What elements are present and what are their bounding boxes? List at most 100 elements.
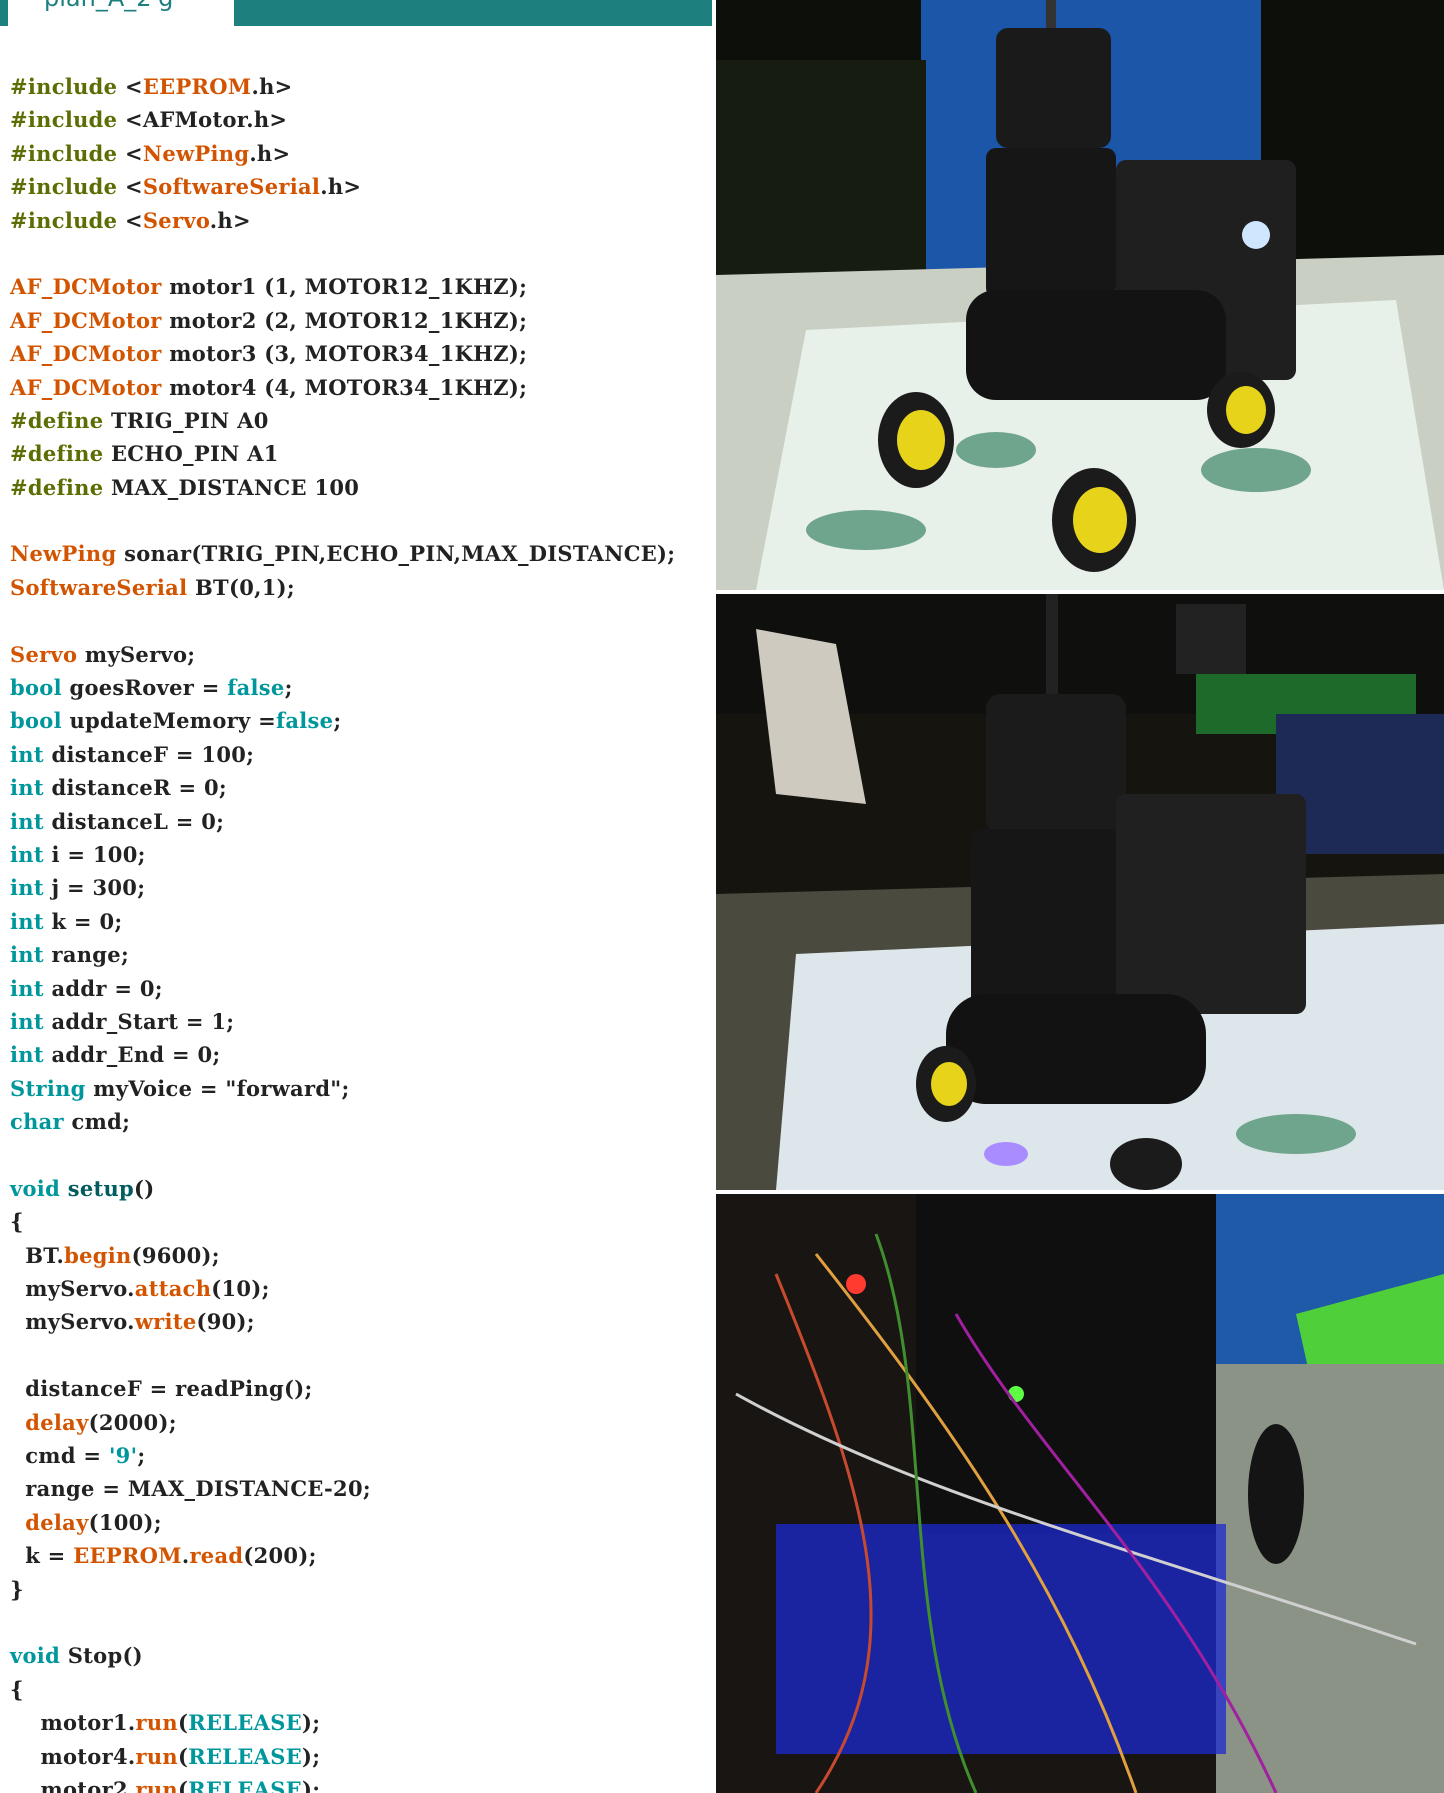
code-line: #define ECHO_PIN A1 [10, 437, 675, 470]
code-line: SoftwareSerial BT(0,1); [10, 571, 675, 604]
code-token: motor1 (1, MOTOR12_1KHZ); [161, 274, 528, 300]
code-token: #include [10, 107, 125, 133]
code-token: < [124, 140, 143, 166]
code-area[interactable]: #include <EEPROM.h> #include <AFMotor.h> #… [10, 70, 675, 1793]
code-line: myServo.write(90); [10, 1305, 675, 1338]
code-token: void [10, 1175, 61, 1201]
code-token: int [10, 1008, 44, 1034]
code-line: delay(2000); [10, 1406, 675, 1439]
code-token: myServo. [10, 1276, 135, 1302]
code-line: distanceF = readPing(); [10, 1372, 675, 1405]
code-line: NewPing sonar(TRIG_PIN,ECHO_PIN,MAX_DIST… [10, 537, 675, 570]
code-line: AF_DCMotor motor3 (3, MOTOR34_1KHZ); [10, 337, 675, 370]
code-token: myServo; [77, 641, 196, 667]
rover-photo-wiring [716, 1194, 1444, 1793]
code-token: MAX_DISTANCE 100 [103, 474, 360, 500]
code-token: (2000); [88, 1409, 177, 1435]
code-line: k = EEPROM.read(200); [10, 1539, 675, 1572]
code-token: #include [10, 140, 125, 166]
code-line: AF_DCMotor motor4 (4, MOTOR34_1KHZ); [10, 371, 675, 404]
rover-photo-side [716, 594, 1444, 1190]
code-token: int [10, 975, 44, 1001]
code-token: String [10, 1075, 86, 1101]
code-token: { [10, 1676, 24, 1702]
code-token: ; [333, 708, 342, 734]
code-token: run [135, 1743, 178, 1769]
code-token: delay [25, 1509, 89, 1535]
code-token: ECHO_PIN A1 [103, 441, 279, 467]
code-editor[interactable]: plan_A_2'g #include <EEPROM.h>#include <… [0, 0, 712, 1793]
code-token: RELEASE [188, 1743, 303, 1769]
code-token: distanceF = readPing(); [10, 1376, 313, 1402]
code-token: int [10, 775, 44, 801]
code-token: distanceR = 0; [43, 775, 227, 801]
code-token: #include [10, 74, 125, 99]
code-line: delay(100); [10, 1506, 675, 1539]
code-token: read [189, 1543, 244, 1569]
code-token: < [124, 207, 143, 233]
code-token: #define [10, 407, 104, 433]
code-token: write [134, 1309, 197, 1335]
code-token: distanceL = 0; [43, 808, 225, 834]
code-token: range; [43, 942, 130, 968]
code-token: bool [10, 708, 62, 734]
code-token: BT(0,1); [187, 574, 295, 600]
code-token: AF_DCMotor [10, 274, 162, 300]
code-token: RELEASE [188, 1710, 303, 1736]
code-token: int [10, 942, 44, 968]
code-token: myVoice = "forward"; [85, 1075, 350, 1101]
code-token: (100); [88, 1509, 162, 1535]
rover-photo-front [716, 0, 1444, 590]
code-line: #include <EEPROM.h> [10, 70, 675, 103]
code-line: BT.begin(9600); [10, 1239, 675, 1272]
code-token: run [135, 1776, 178, 1793]
code-token: SoftwareSerial [142, 174, 321, 200]
code-token: Stop() [60, 1643, 143, 1669]
code-token: int [10, 741, 44, 767]
code-line: #include <NewPing.h> [10, 137, 675, 170]
code-token: cmd; [63, 1109, 131, 1135]
code-line: int distanceR = 0; [10, 771, 675, 804]
code-line: bool goesRover = false; [10, 671, 675, 704]
code-line: #include <AFMotor.h> [10, 103, 675, 136]
code-token: ( [177, 1710, 189, 1736]
code-token: ); [302, 1776, 321, 1793]
code-line: AF_DCMotor motor1 (1, MOTOR12_1KHZ); [10, 270, 675, 303]
code-line: void Stop() [10, 1639, 675, 1672]
code-token: delay [25, 1409, 89, 1435]
code-token: TRIG_PIN A0 [103, 407, 269, 433]
code-token: updateMemory = [61, 708, 276, 734]
code-token: NewPing [142, 140, 250, 166]
code-token: AF_DCMotor [10, 307, 162, 333]
code-line: #include <SoftwareSerial.h> [10, 170, 675, 203]
code-line: int k = 0; [10, 905, 675, 938]
code-token: cmd = [10, 1443, 109, 1469]
tab-sketch[interactable]: plan_A_2'g [8, 0, 234, 26]
code-token: ); [302, 1743, 321, 1769]
code-token: j = 300; [43, 875, 146, 901]
code-token: #define [10, 441, 104, 467]
code-token: motor3 (3, MOTOR34_1KHZ); [161, 341, 528, 367]
code-line: motor4.run(RELEASE); [10, 1740, 675, 1773]
code-token: int [10, 1042, 44, 1068]
code-token: NewPing [10, 541, 117, 567]
code-token: setup [67, 1175, 135, 1201]
code-token: motor2. [10, 1776, 136, 1793]
code-token: goesRover = [61, 675, 228, 701]
code-line: #include <Servo.h> [10, 204, 675, 237]
code-token: char [10, 1109, 64, 1135]
code-token: bool [10, 675, 62, 701]
code-token: ( [177, 1743, 189, 1769]
code-token: '9' [108, 1443, 138, 1469]
code-line: #define MAX_DISTANCE 100 [10, 471, 675, 504]
code-token: false [276, 708, 334, 734]
code-token: .h> [251, 74, 293, 99]
